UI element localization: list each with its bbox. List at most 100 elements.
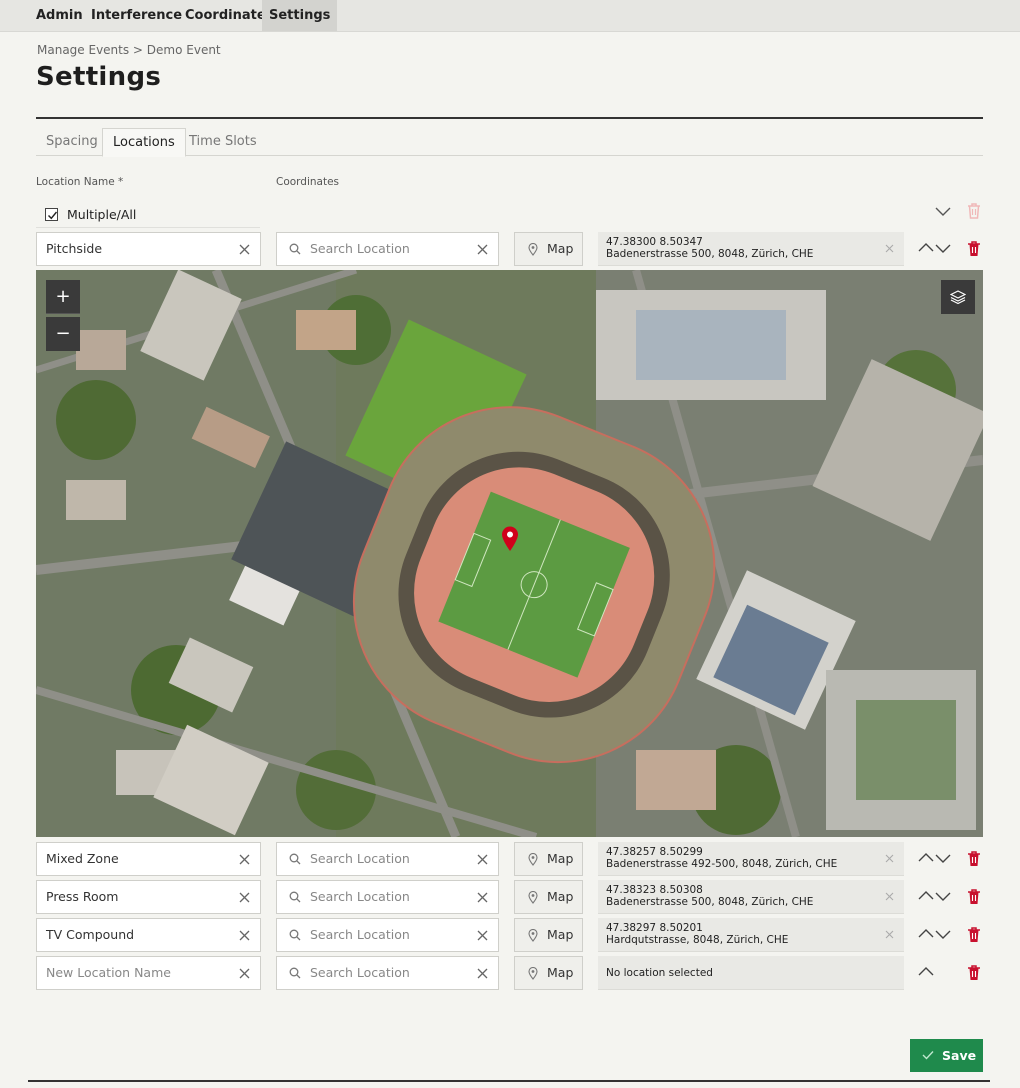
coordinates-header: Coordinates bbox=[276, 176, 340, 188]
clear-icon[interactable] bbox=[477, 244, 488, 255]
trash-icon[interactable] bbox=[966, 926, 982, 943]
save-button[interactable]: Save bbox=[910, 1039, 983, 1072]
clear-coordinates-icon[interactable] bbox=[885, 892, 894, 901]
search-location-input[interactable]: Search Location bbox=[276, 232, 499, 266]
nav-settings[interactable]: Settings bbox=[262, 0, 338, 31]
chevron-down-icon[interactable] bbox=[935, 242, 951, 254]
search-icon bbox=[289, 891, 301, 903]
search-placeholder: Search Location bbox=[310, 851, 410, 866]
search-icon bbox=[289, 853, 301, 865]
address-value: Badenerstrasse 500, 8048, Zürich, CHE bbox=[606, 248, 814, 260]
location-name-input[interactable]: Mixed Zone bbox=[36, 842, 261, 876]
map-pin-icon bbox=[528, 243, 538, 256]
location-marker-icon[interactable] bbox=[501, 526, 519, 552]
tab-spacing[interactable]: Spacing bbox=[36, 128, 108, 156]
coordinates-display: No location selected bbox=[598, 956, 904, 990]
location-row: TV Compound Search Location Map 47.38297… bbox=[0, 918, 1020, 952]
satellite-map[interactable]: + − bbox=[36, 270, 983, 837]
multiple-all-row: Multiple/All bbox=[36, 200, 260, 228]
trash-icon[interactable] bbox=[966, 850, 982, 867]
address-value: Hardqutstrasse, 8048, Zürich, CHE bbox=[606, 934, 789, 946]
map-pin-icon bbox=[528, 967, 538, 980]
title-divider bbox=[36, 117, 983, 119]
aerial-imagery[interactable] bbox=[36, 270, 983, 837]
page-title: Settings bbox=[36, 62, 162, 92]
map-button[interactable]: Map bbox=[514, 842, 583, 876]
map-button-label: Map bbox=[547, 965, 574, 980]
clear-icon[interactable] bbox=[239, 892, 250, 903]
clear-icon[interactable] bbox=[477, 968, 488, 979]
location-name-header: Location Name * bbox=[36, 176, 124, 188]
new-location-name-input[interactable]: New Location Name bbox=[36, 956, 261, 990]
checkmark-icon bbox=[922, 1051, 934, 1060]
clear-icon[interactable] bbox=[239, 930, 250, 941]
zoom-out-button[interactable]: − bbox=[46, 317, 80, 351]
search-placeholder: Search Location bbox=[310, 927, 410, 942]
clear-icon[interactable] bbox=[239, 244, 250, 255]
location-name-value: TV Compound bbox=[46, 927, 135, 942]
coordinates-value: 47.38297 8.50201 bbox=[606, 922, 703, 934]
coordinates-display: 47.38297 8.50201 Hardqutstrasse, 8048, Z… bbox=[598, 918, 904, 952]
location-name-input[interactable]: Pitchside bbox=[36, 232, 261, 266]
location-name-input[interactable]: TV Compound bbox=[36, 918, 261, 952]
coordinates-display: 47.38323 8.50308 Badenerstrasse 500, 804… bbox=[598, 880, 904, 914]
address-value: Badenerstrasse 492-500, 8048, Zürich, CH… bbox=[606, 858, 838, 870]
nav-coordinate[interactable]: Coordinate bbox=[178, 0, 273, 31]
clear-icon[interactable] bbox=[239, 854, 250, 865]
layers-icon bbox=[950, 290, 966, 305]
trash-icon[interactable] bbox=[966, 964, 982, 981]
location-row: Pitchside Search Location Map 47.38300 8… bbox=[0, 232, 1020, 266]
multiple-all-checkbox[interactable] bbox=[45, 208, 58, 221]
address-value: Badenerstrasse 500, 8048, Zürich, CHE bbox=[606, 896, 814, 908]
chevron-up-icon[interactable] bbox=[918, 242, 934, 254]
trash-icon[interactable] bbox=[966, 240, 982, 257]
coordinates-value: 47.38257 8.50299 bbox=[606, 846, 703, 858]
search-icon bbox=[289, 929, 301, 941]
tab-time-slots[interactable]: Time Slots bbox=[179, 128, 267, 156]
chevron-up-icon[interactable] bbox=[918, 890, 934, 902]
chevron-down-icon[interactable] bbox=[935, 852, 951, 864]
zoom-in-button[interactable]: + bbox=[46, 280, 80, 314]
clear-icon[interactable] bbox=[477, 930, 488, 941]
clear-coordinates-icon[interactable] bbox=[885, 930, 894, 939]
coordinates-display: 47.38300 8.50347 Badenerstrasse 500, 804… bbox=[598, 232, 904, 266]
clear-icon[interactable] bbox=[477, 892, 488, 903]
trash-icon-disabled bbox=[968, 203, 980, 219]
new-location-placeholder: New Location Name bbox=[46, 965, 171, 980]
clear-icon[interactable] bbox=[239, 968, 250, 979]
nav-admin[interactable]: Admin bbox=[29, 0, 90, 31]
save-button-label: Save bbox=[942, 1048, 977, 1063]
map-button[interactable]: Map bbox=[514, 918, 583, 952]
nav-interference[interactable]: Interference bbox=[84, 0, 189, 31]
chevron-up-icon[interactable] bbox=[918, 928, 934, 940]
clear-icon[interactable] bbox=[477, 854, 488, 865]
layers-button[interactable] bbox=[941, 280, 975, 314]
chevron-up-icon[interactable] bbox=[918, 852, 934, 864]
chevron-down-icon[interactable] bbox=[935, 205, 951, 217]
clear-coordinates-icon[interactable] bbox=[885, 854, 894, 863]
top-nav: Admin Interference Coordinate Settings bbox=[0, 0, 1020, 32]
search-location-input[interactable]: Search Location bbox=[276, 880, 499, 914]
search-location-input[interactable]: Search Location bbox=[276, 956, 499, 990]
location-row: Mixed Zone Search Location Map 47.38257 … bbox=[0, 842, 1020, 876]
search-location-input[interactable]: Search Location bbox=[276, 918, 499, 952]
location-name-input[interactable]: Press Room bbox=[36, 880, 261, 914]
trash-icon[interactable] bbox=[966, 888, 982, 905]
map-button[interactable]: Map bbox=[514, 956, 583, 990]
checkmark-icon bbox=[48, 211, 58, 220]
map-button-label: Map bbox=[547, 241, 574, 256]
chevron-down-icon[interactable] bbox=[935, 928, 951, 940]
tab-locations[interactable]: Locations bbox=[102, 128, 186, 157]
map-button[interactable]: Map bbox=[514, 880, 583, 914]
map-pin-icon bbox=[528, 929, 538, 942]
chevron-up-icon[interactable] bbox=[918, 966, 934, 978]
coordinates-value: 47.38323 8.50308 bbox=[606, 884, 703, 896]
bottom-divider bbox=[28, 1080, 990, 1082]
chevron-down-icon[interactable] bbox=[935, 890, 951, 902]
map-pin-icon bbox=[528, 891, 538, 904]
map-button[interactable]: Map bbox=[514, 232, 583, 266]
search-location-input[interactable]: Search Location bbox=[276, 842, 499, 876]
clear-coordinates-icon[interactable] bbox=[885, 244, 894, 253]
new-location-row: New Location Name Search Location Map No… bbox=[0, 956, 1020, 990]
breadcrumb[interactable]: Manage Events > Demo Event bbox=[37, 43, 221, 57]
